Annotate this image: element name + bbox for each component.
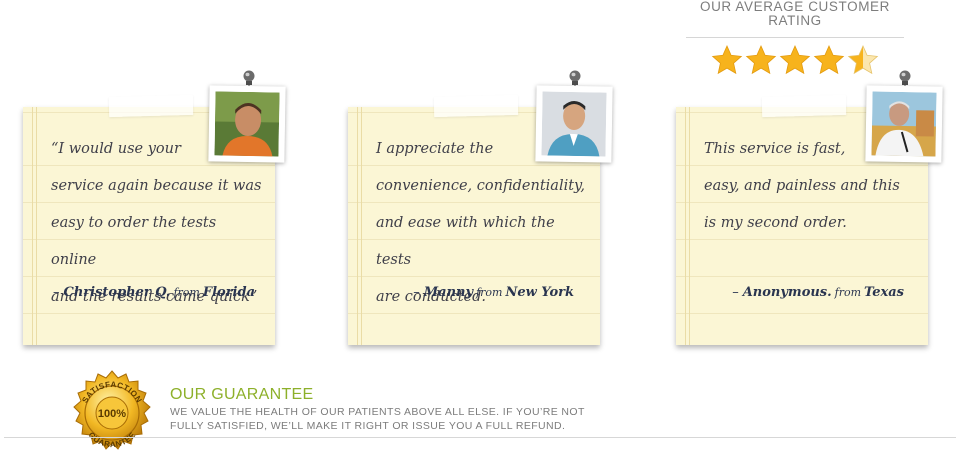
rating-stars [680, 44, 910, 76]
customer-rating: OUR AVERAGE CUSTOMER RATING [680, 0, 910, 76]
author-place: Florida [202, 285, 255, 300]
star-icon [745, 45, 777, 75]
testimonial-author: – Manny from New York [413, 285, 574, 300]
testimonial-line: service again because it was [51, 178, 262, 194]
author-name: Manny [423, 285, 474, 300]
author-name: Anonymous. [742, 285, 832, 300]
bottom-divider [4, 437, 956, 438]
rating-divider [686, 37, 904, 38]
customer-photo-1 [208, 85, 286, 163]
author-from: from [834, 286, 862, 299]
testimonial-line: easy, and painless and this [704, 178, 900, 194]
tape-strip [433, 94, 519, 118]
customer-photo-3 [865, 85, 943, 163]
author-from: from [476, 286, 503, 299]
testimonial-author: – Anonymous. from Texas [732, 285, 904, 300]
tape-strip [761, 94, 847, 118]
guarantee-title: OUR GUARANTEE [170, 386, 314, 403]
tape-strip [108, 94, 194, 118]
satisfaction-guarantee-seal-icon: SATISFACTION 100% GUARANTEE [73, 370, 151, 450]
testimonial-line: is my second order. [704, 215, 847, 231]
testimonial-line: easy to order the tests online [51, 215, 217, 268]
rating-title: OUR AVERAGE CUSTOMER RATING [699, 0, 891, 28]
customer-photo-2 [535, 85, 613, 163]
testimonial-author: – Christopher Q. from Florida [52, 285, 255, 300]
star-icon [813, 45, 845, 75]
author-place: New York [505, 285, 574, 300]
man-blue-sweater-photo-icon [541, 91, 607, 157]
testimonial-line: and ease with which the tests [376, 215, 555, 268]
man-orange-shirt-photo-icon [214, 91, 280, 157]
author-place: Texas [864, 285, 904, 300]
star-icon [779, 45, 811, 75]
man-outdoor-photo-icon [871, 91, 937, 157]
guarantee-text: WE VALUE THE HEALTH OF OUR PATIENTS ABOV… [170, 406, 585, 432]
author-name: Christopher Q. [63, 285, 171, 300]
testimonial-line: convenience, confidentiality, [376, 178, 585, 194]
half-star-icon [847, 45, 879, 75]
star-icon [711, 45, 743, 75]
author-from: from [173, 286, 200, 299]
seal-center-text: 100% [98, 408, 126, 420]
